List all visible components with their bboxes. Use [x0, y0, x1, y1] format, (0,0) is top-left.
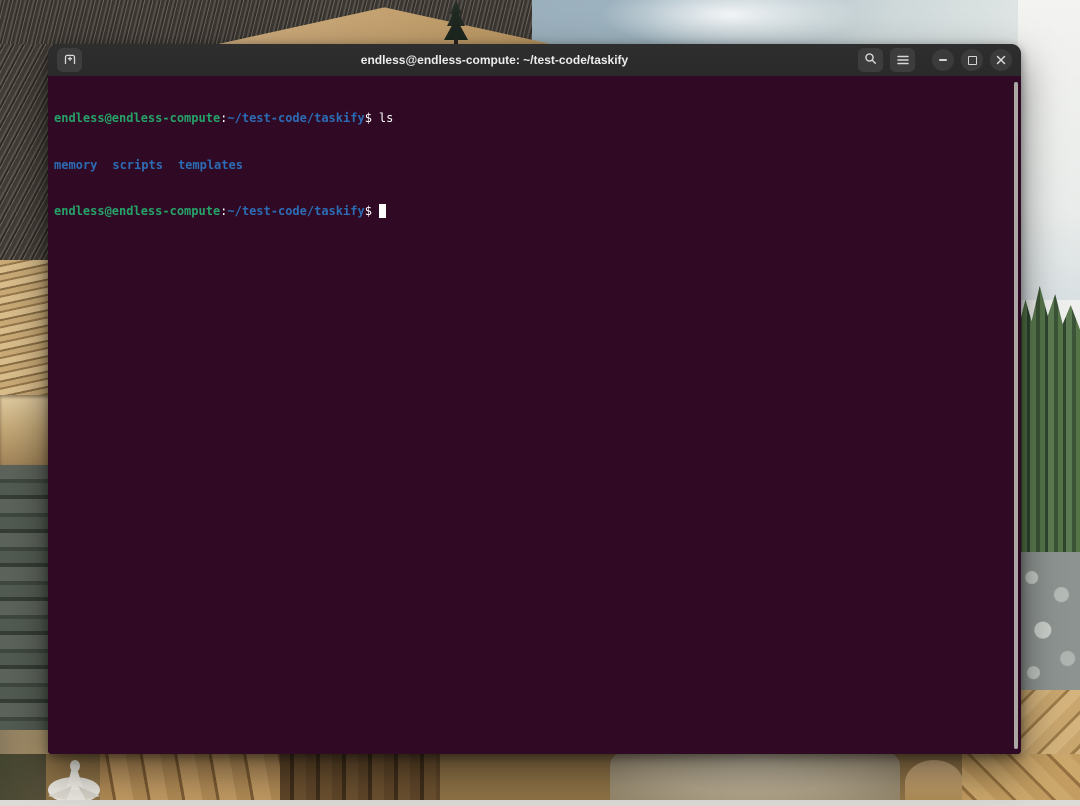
- maximize-button[interactable]: [961, 49, 983, 71]
- wallpaper-forest-slope: [1018, 286, 1080, 560]
- wallpaper-evergreen-tree: [430, 0, 482, 46]
- close-button[interactable]: [990, 49, 1012, 71]
- search-icon: [864, 52, 877, 68]
- prompt-path: ~/test-code/taskify: [227, 111, 364, 125]
- terminal-line-ls-output: memory scripts templates: [54, 158, 1015, 174]
- terminal-cursor: [379, 204, 386, 218]
- hamburger-menu-icon: [897, 53, 909, 68]
- search-button[interactable]: [858, 48, 883, 72]
- menu-button[interactable]: [890, 48, 915, 72]
- terminal-window: endless@endless-compute: ~/test-code/tas…: [48, 44, 1021, 754]
- minimize-icon: [939, 59, 947, 61]
- wallpaper-right-sky: [1018, 0, 1080, 300]
- terminal-scrollbar[interactable]: [1014, 82, 1018, 749]
- close-icon: [996, 53, 1006, 68]
- wallpaper-wooden-crate: [962, 754, 1080, 806]
- wallpaper-cloud: [600, 0, 860, 50]
- terminal-line-prompt-current: endless@endless-compute:~/test-code/task…: [54, 204, 1015, 220]
- maximize-icon: [968, 56, 977, 65]
- minimize-button[interactable]: [932, 49, 954, 71]
- wallpaper-bottom-strip: [0, 800, 1080, 806]
- wallpaper-bird-sculpture: [36, 756, 112, 806]
- wallpaper-dark-slats: [280, 754, 440, 806]
- prompt-user-host: endless@endless-compute: [54, 111, 220, 125]
- directory-name: memory: [54, 158, 97, 172]
- directory-name: scripts: [112, 158, 163, 172]
- prompt-symbol: $: [365, 204, 372, 218]
- desktop: endless@endless-compute: ~/test-code/tas…: [0, 0, 1080, 806]
- typed-command: ls: [379, 111, 393, 125]
- titlebar-controls: [858, 48, 1012, 72]
- prompt-path: ~/test-code/taskify: [227, 204, 364, 218]
- new-tab-icon: [63, 52, 77, 68]
- terminal-content[interactable]: endless@endless-compute:~/test-code/task…: [48, 76, 1021, 754]
- prompt-user-host: endless@endless-compute: [54, 204, 220, 218]
- wallpaper-rocky-scree: [1018, 552, 1080, 694]
- titlebar[interactable]: endless@endless-compute: ~/test-code/tas…: [48, 44, 1021, 76]
- prompt-symbol: $: [365, 111, 372, 125]
- new-tab-button[interactable]: [57, 48, 82, 72]
- wallpaper-large-stone: [610, 752, 900, 806]
- window-control-buttons: [932, 49, 1012, 71]
- window-title: endless@endless-compute: ~/test-code/tas…: [148, 53, 841, 67]
- terminal-line-prompt-command: endless@endless-compute:~/test-code/task…: [54, 111, 1015, 127]
- directory-name: templates: [178, 158, 243, 172]
